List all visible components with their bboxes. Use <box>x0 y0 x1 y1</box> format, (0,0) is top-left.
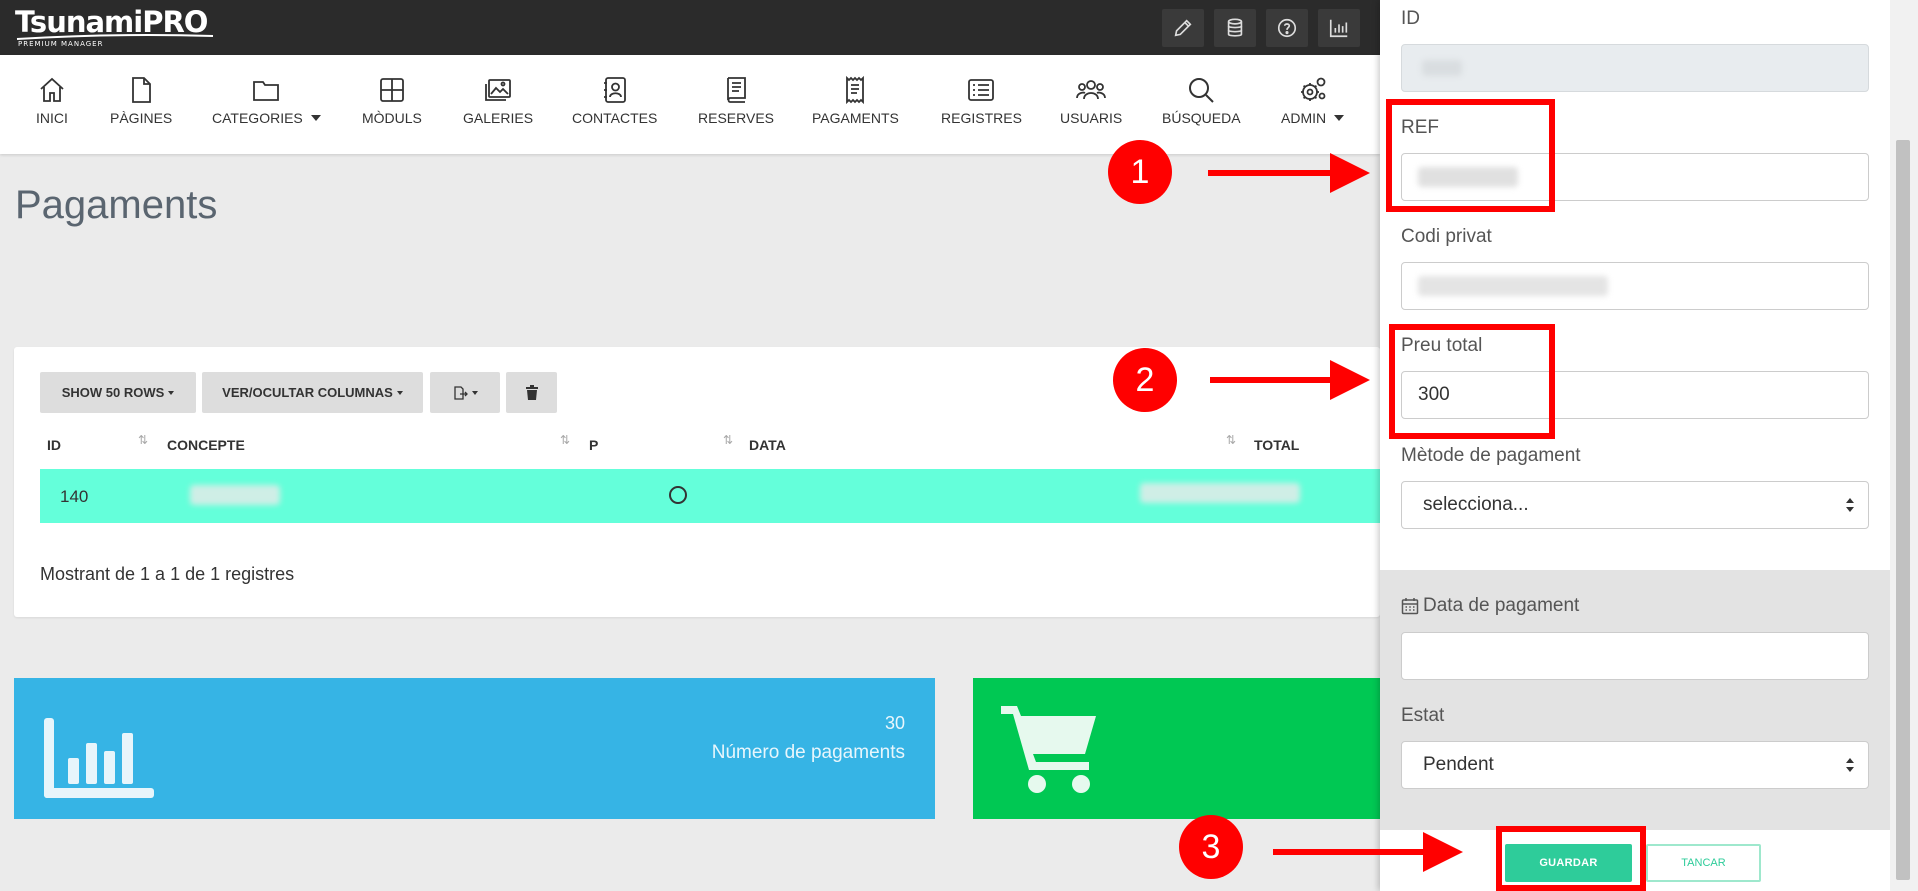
grid-icon <box>380 78 404 102</box>
folder-icon <box>253 81 280 101</box>
bar-chart-icon <box>44 718 154 798</box>
sort-icon[interactable]: ⇅ <box>723 433 733 447</box>
chevron-down-icon <box>472 390 478 395</box>
contact-icon <box>603 77 626 103</box>
users-icon <box>1076 80 1107 100</box>
export-button[interactable] <box>430 372 500 413</box>
status-label: Estat <box>1401 705 1445 726</box>
nav-item-admin[interactable]: ADMIN <box>1281 75 1345 126</box>
stats-button[interactable] <box>1318 9 1360 47</box>
receipt-icon <box>846 75 865 105</box>
table-info: Mostrant de 1 a 1 de 1 registres <box>40 564 295 584</box>
step-1-marker: 1 <box>1108 140 1172 204</box>
chevron-down-icon <box>310 115 321 121</box>
sort-icon[interactable]: ⇅ <box>138 433 148 447</box>
private-code-input[interactable] <box>1401 262 1869 310</box>
column-header-concepte[interactable]: CONCEPTE <box>167 437 245 453</box>
nav-item-busqueda[interactable]: BÚSQUEDA <box>1162 75 1241 126</box>
nav-item-pagaments[interactable]: PAGAMENTS <box>812 75 899 126</box>
search-icon <box>1189 78 1214 103</box>
column-header-total[interactable]: TOTAL <box>1254 437 1299 453</box>
payment-method-label: Mètode de pagament <box>1401 445 1581 466</box>
payment-date-input[interactable] <box>1401 632 1869 680</box>
column-header-p[interactable]: P <box>589 437 598 453</box>
step-3-marker: 3 <box>1179 815 1243 879</box>
export-icon <box>454 385 468 400</box>
id-field <box>1401 44 1869 92</box>
chevron-down-icon <box>168 390 175 395</box>
page-icon <box>132 77 152 103</box>
database-icon <box>1227 18 1243 37</box>
step-2-marker: 2 <box>1113 348 1177 412</box>
highlight-ref-box <box>1386 99 1555 212</box>
delete-button[interactable] <box>506 372 557 413</box>
gears-icon <box>1300 77 1325 101</box>
chevron-down-icon <box>396 390 403 395</box>
select-arrows-icon <box>1846 498 1854 512</box>
select-arrows-icon <box>1846 758 1854 772</box>
panel-gray-section: Data de pagament Estat Pendent <box>1380 570 1890 830</box>
status-circle-icon <box>669 486 687 504</box>
nav-item-categories[interactable]: CATEGORIES <box>212 75 321 126</box>
highlight-save-box <box>1496 826 1646 891</box>
nav-item-galeries[interactable]: GALERIES <box>463 75 533 126</box>
page-title: Pagaments <box>15 183 218 227</box>
top-bar: TsunamiPRO PREMIUM MANAGER <box>0 0 1380 55</box>
arrow-right-icon <box>1210 360 1370 400</box>
nav-item-registres[interactable]: REGISTRES <box>941 75 1022 126</box>
database-button[interactable] <box>1214 9 1256 47</box>
scrollbar-thumb[interactable] <box>1896 140 1910 880</box>
column-header-data[interactable]: DATA <box>749 437 786 453</box>
show-rows-button[interactable]: SHOW 50 ROWS <box>40 372 196 413</box>
nav-item-moduls[interactable]: MÒDULS <box>362 75 422 126</box>
stat-card-payments: 30 Número de pagaments <box>14 678 935 819</box>
chevron-down-icon <box>1334 115 1345 121</box>
row-id: 140 <box>60 487 89 506</box>
app-logo[interactable]: TsunamiPRO PREMIUM MANAGER <box>15 7 214 48</box>
home-icon <box>40 77 64 102</box>
sort-icon[interactable]: ⇅ <box>560 433 570 447</box>
nav-item-usuaris[interactable]: USUARIS <box>1060 75 1122 126</box>
payment-date-label: Data de pagament <box>1401 595 1579 617</box>
stat-label: Número de pagaments <box>711 742 905 763</box>
scrollbar[interactable] <box>1890 0 1918 891</box>
nav-item-pagines[interactable]: PÀGINES <box>110 75 172 126</box>
stat-card-cart <box>973 678 1383 819</box>
stat-count: 30 <box>884 713 905 733</box>
payment-method-select[interactable]: selecciona... <box>1401 481 1869 529</box>
logo-subtitle: PREMIUM MANAGER <box>18 40 104 48</box>
list-icon <box>968 79 995 101</box>
main-nav: INICI PÀGINES CATEGORIES MÒDULS GALERIES… <box>0 55 1380 154</box>
row-concepte-redacted <box>190 485 280 505</box>
sort-icon[interactable]: ⇅ <box>1226 433 1236 447</box>
book-icon <box>727 77 746 103</box>
id-label: ID <box>1401 8 1420 29</box>
nav-item-reserves[interactable]: RESERVES <box>698 75 774 126</box>
edit-button[interactable] <box>1162 9 1204 47</box>
arrow-right-icon <box>1208 153 1370 193</box>
row-total-redacted <box>1140 483 1300 503</box>
close-button[interactable]: TANCAR <box>1646 844 1761 882</box>
pencil-icon <box>1174 19 1192 37</box>
calendar-icon <box>1401 598 1419 615</box>
highlight-total-price-box <box>1389 324 1555 439</box>
help-icon <box>1277 18 1297 38</box>
status-select[interactable]: Pendent <box>1401 741 1869 789</box>
chart-icon <box>1329 19 1348 38</box>
shopping-cart-icon <box>1001 706 1096 793</box>
nav-item-inici[interactable]: INICI <box>36 75 68 126</box>
gallery-icon <box>485 79 511 101</box>
trash-icon <box>525 385 538 400</box>
toggle-columns-button[interactable]: VER/OCULTAR COLUMNAS <box>202 372 423 413</box>
arrow-right-icon <box>1273 832 1463 872</box>
column-header-id[interactable]: ID <box>47 437 61 453</box>
table-row[interactable]: 140 <box>40 469 1380 523</box>
private-code-label: Codi privat <box>1401 226 1492 247</box>
help-button[interactable] <box>1266 9 1308 47</box>
nav-item-contactes[interactable]: CONTACTES <box>572 75 657 126</box>
